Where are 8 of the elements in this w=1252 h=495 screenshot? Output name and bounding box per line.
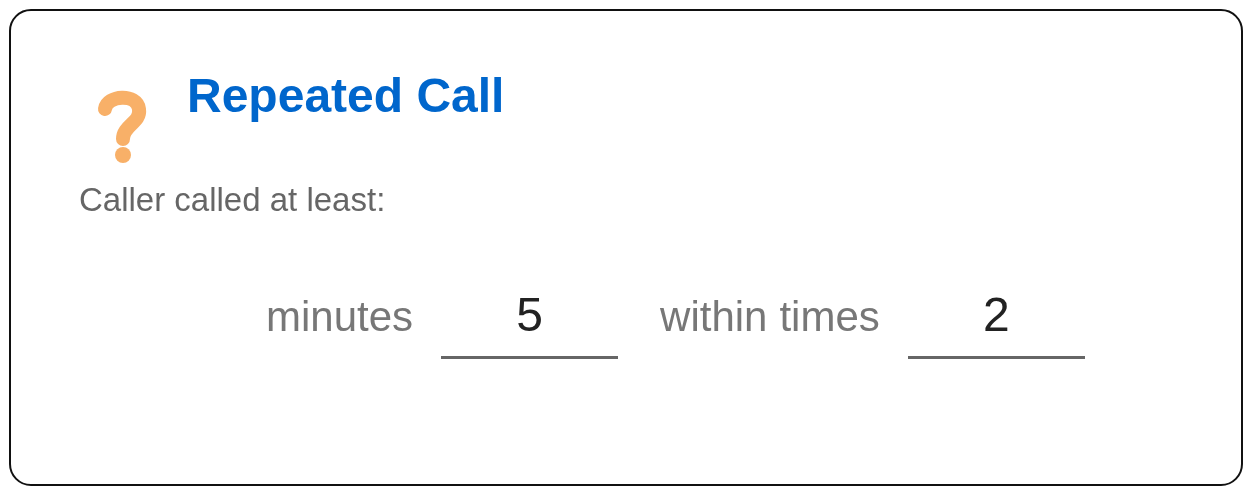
description-text: Caller called at least:: [79, 181, 387, 219]
field-label: minutes: [266, 293, 414, 341]
number-field[interactable]: 5: [441, 287, 619, 359]
card-title: Repeated Call: [187, 72, 505, 120]
field-label: times: [779, 293, 880, 341]
number-field[interactable]: 2: [907, 287, 1085, 359]
question-mark-icon: [97, 89, 147, 165]
field-label: within: [660, 293, 768, 341]
